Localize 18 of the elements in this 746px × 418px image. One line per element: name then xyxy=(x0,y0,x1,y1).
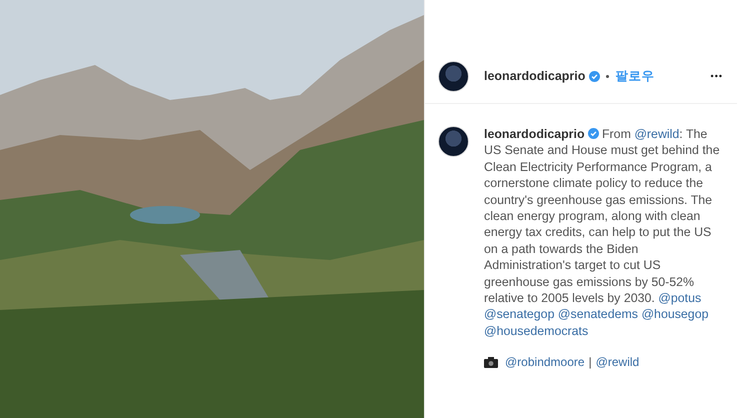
username-link[interactable]: leonardodicaprio xyxy=(484,69,586,83)
more-options-button[interactable]: ••• xyxy=(710,71,723,81)
mention-link[interactable]: @housegop xyxy=(641,307,708,322)
mention-link[interactable]: @robindmoore xyxy=(505,355,585,370)
caption-text: leonardodicaprio From @rewild: The US Senate and House must get behind the Clean Electricity Performance Program, a cornerstone climate policy to reduce the country's greenhouse gas emissions. The clean energy program, along with clean energy tax credits, can help to put the US on a path towards the Biden Administration's target to cut US greenhouse gas emissions by 50-52% relative to 2005 levels by 2030. @potus @senategop @senatedems @housegop @housedemocrats xyxy=(484,126,721,340)
mention-link[interactable]: @rewild xyxy=(596,355,640,370)
avatar-icon[interactable] xyxy=(438,126,469,157)
avatar-icon[interactable] xyxy=(438,60,469,92)
separator-text: | xyxy=(588,355,592,370)
camera-icon xyxy=(484,356,498,368)
username-link[interactable]: leonardodicaprio xyxy=(484,127,585,141)
mention-link[interactable]: @rewild xyxy=(634,127,680,141)
mention-link[interactable]: @housedemocrats xyxy=(484,324,588,338)
follow-button[interactable]: 팔로우 xyxy=(615,68,654,84)
mention-link[interactable]: @senatedems xyxy=(558,307,638,322)
mention-link[interactable]: @senategop xyxy=(484,307,554,322)
mention-link[interactable]: @potus xyxy=(658,291,702,306)
separator-dot xyxy=(606,74,610,78)
